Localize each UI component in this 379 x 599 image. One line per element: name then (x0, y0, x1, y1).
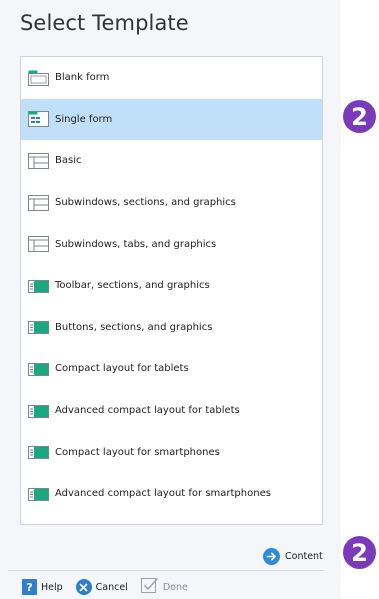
basic-template-icon (28, 152, 55, 169)
teal-template-icon (28, 444, 55, 460)
template-item[interactable]: Buttons, sections, and graphics (21, 307, 322, 349)
subwindows-template-icon (28, 194, 55, 211)
footer-divider (8, 570, 324, 571)
select-template-dialog: Select Template Blank form Single form Bas… (0, 0, 341, 599)
teal-template-icon (28, 278, 55, 294)
content-button[interactable]: Content (263, 547, 323, 565)
template-item-label: Single form (55, 113, 113, 125)
template-item[interactable]: Toolbar, sections, and graphics (21, 265, 322, 307)
cancel-button-label: Cancel (95, 581, 128, 593)
template-item[interactable]: Compact layout for tablets (21, 348, 322, 390)
template-item[interactable]: Basic (21, 140, 322, 182)
arrow-right-circle-icon (263, 547, 280, 565)
teal-template-icon (28, 486, 55, 502)
template-item[interactable]: Subwindows, tabs, and graphics (21, 223, 322, 265)
subwindows-template-icon (28, 236, 55, 253)
template-item-label: Toolbar, sections, and graphics (55, 280, 210, 292)
template-item-label: Basic (55, 155, 82, 167)
teal-template-icon (28, 403, 55, 419)
teal-template-icon (28, 319, 55, 335)
template-list: Blank form Single form Basic Subwindows, se… (20, 56, 323, 525)
template-item[interactable]: Blank form (21, 57, 322, 99)
template-item-label: Subwindows, sections, and graphics (55, 197, 236, 209)
template-item-label: Buttons, sections, and graphics (55, 321, 213, 333)
dialog-title: Select Template (20, 11, 189, 35)
cancel-icon (75, 579, 92, 595)
template-item-label: Blank form (55, 72, 110, 84)
blank-form-icon (28, 70, 55, 86)
content-button-label: Content (285, 550, 323, 562)
template-item[interactable]: Single form (21, 98, 322, 141)
cancel-button[interactable]: Cancel (75, 579, 128, 595)
template-item[interactable]: Advanced compact layout for smartphones (21, 473, 322, 515)
template-item-label: Compact layout for smartphones (55, 446, 220, 458)
teal-template-icon (28, 361, 55, 377)
help-button[interactable]: ? Help (22, 579, 63, 595)
single-form-icon (28, 111, 55, 128)
step-badge-top: 2 (343, 100, 376, 133)
footer-toolbar: ? Help Cancel Done (22, 577, 201, 598)
done-button-label: Done (162, 581, 188, 593)
done-button[interactable]: Done (140, 577, 188, 598)
template-item-label: Compact layout for tablets (55, 363, 189, 375)
checkmark-icon (140, 577, 159, 598)
template-item-label: Advanced compact layout for smartphones (55, 488, 271, 500)
template-item-label: Advanced compact layout for tablets (55, 405, 240, 417)
template-item-label: Subwindows, tabs, and graphics (55, 238, 217, 250)
help-icon: ? (22, 579, 37, 595)
step-badge-bottom: 2 (343, 536, 376, 569)
help-button-label: Help (41, 581, 63, 593)
template-item[interactable]: Compact layout for smartphones (21, 431, 322, 473)
template-item[interactable]: Advanced compact layout for tablets (21, 390, 322, 432)
template-item[interactable]: Subwindows, sections, and graphics (21, 182, 322, 224)
